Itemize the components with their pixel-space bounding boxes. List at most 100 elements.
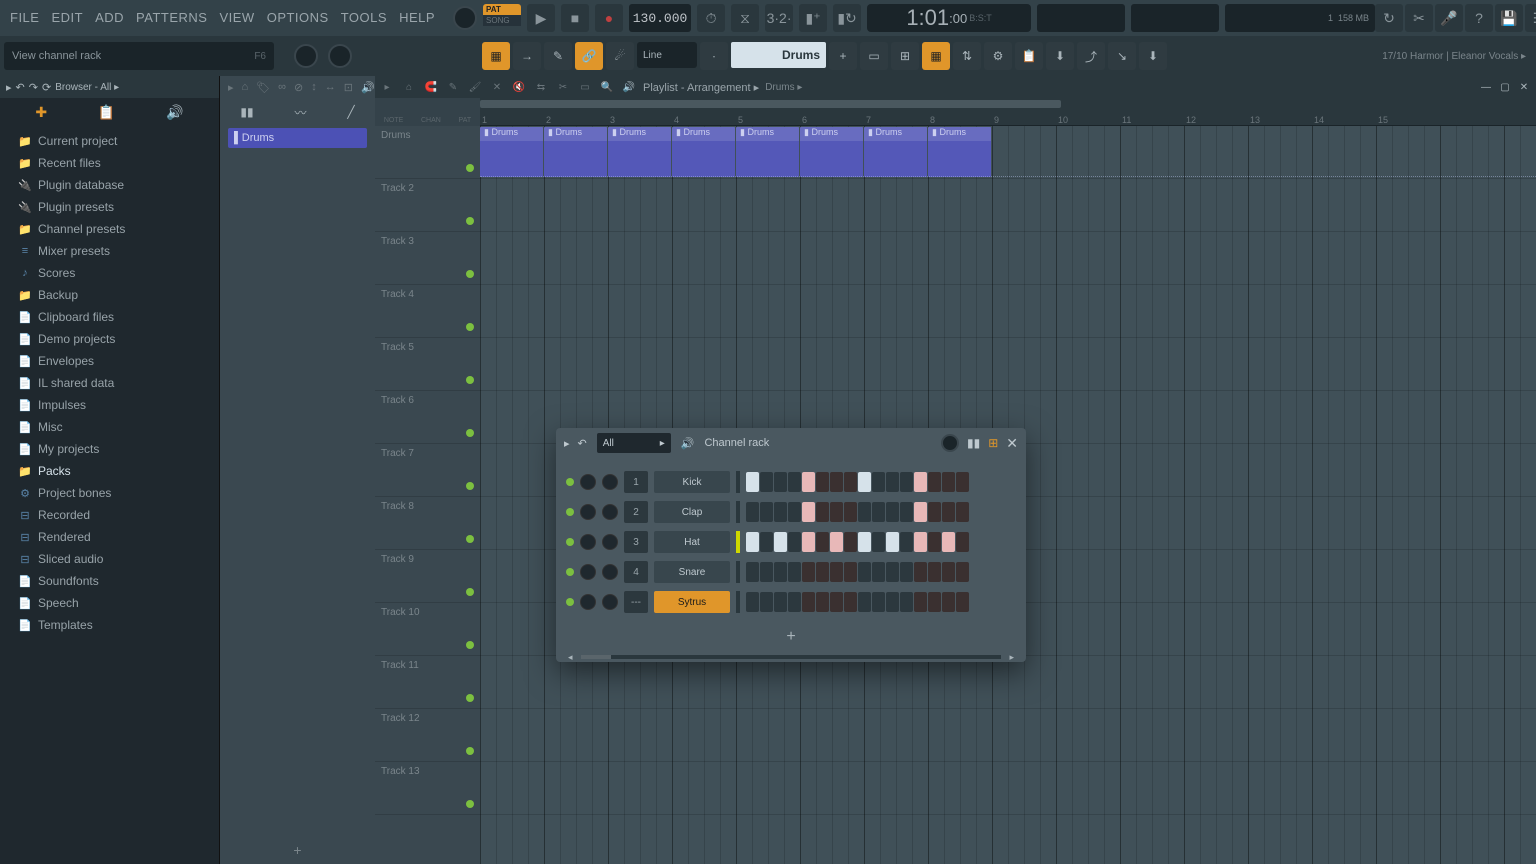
browser-item-templates[interactable]: 📄Templates (0, 614, 219, 636)
menu-options[interactable]: OPTIONS (261, 0, 335, 36)
menu-view[interactable]: VIEW (213, 0, 260, 36)
step-cell[interactable] (788, 592, 801, 612)
step-cell[interactable] (760, 502, 773, 522)
step-cell[interactable] (788, 472, 801, 492)
wait-input-button[interactable]: 3·2· (765, 4, 793, 32)
step-cell[interactable] (956, 532, 969, 552)
menu-patterns[interactable]: PATTERNS (130, 0, 213, 36)
step-cell[interactable] (844, 502, 857, 522)
step-cell[interactable] (928, 592, 941, 612)
step-cell[interactable] (802, 502, 815, 522)
step-cell[interactable] (914, 532, 927, 552)
browser-add-icon[interactable]: ✚ (35, 104, 47, 121)
channel-mute-led[interactable] (566, 598, 574, 606)
step-cell[interactable] (886, 562, 899, 582)
pattern-entry-drums[interactable]: ▌Drums (228, 128, 367, 148)
metronome-button[interactable]: ⏱ (697, 4, 725, 32)
channel-pan-knob[interactable] (580, 534, 596, 550)
browser-fwd-icon[interactable]: ↷ (29, 81, 38, 94)
view-mixer-button[interactable]: ⇅ (953, 42, 981, 70)
one-click-record-button[interactable]: ↘ (1108, 42, 1136, 70)
browser-volume-icon[interactable]: 🔊 (166, 104, 183, 121)
pstrip-speaker-icon[interactable]: 🔊 (361, 81, 375, 94)
view-pianoroll-button[interactable]: ⊞ (891, 42, 919, 70)
pstrip-play-icon[interactable]: ▸ (228, 81, 234, 94)
step-cell[interactable] (900, 502, 913, 522)
top-icon-4[interactable]: 💾 (1495, 4, 1523, 32)
channel-rack-window[interactable]: ▸ ↶ All▸ 🔊 Channel rack ▮▮ ⊞ ✕ 1Kick2Cla… (556, 428, 1026, 662)
cr-graph-icon[interactable]: ▮▮ (967, 436, 980, 450)
view-playlist-button[interactable]: ▭ (860, 42, 888, 70)
step-cell[interactable] (830, 592, 843, 612)
step-cell[interactable] (928, 532, 941, 552)
cr-scrollbar[interactable]: ◂ ▸ (556, 652, 1026, 662)
playlist-scrollbar[interactable] (480, 100, 1061, 108)
cr-menu-icon[interactable]: ▸ (564, 437, 570, 450)
step-cell[interactable] (788, 532, 801, 552)
track-label-4[interactable]: Track 4 (375, 285, 480, 338)
track-mute-led[interactable] (466, 164, 474, 172)
pstrip-link-icon[interactable]: ∞ (278, 81, 286, 93)
channel-vol-knob[interactable] (602, 594, 618, 610)
channel-mixer-num[interactable]: --- (624, 591, 648, 613)
track-mute-led[interactable] (466, 588, 474, 596)
pl-draw-icon[interactable]: ✎ (445, 82, 461, 93)
pl-mute-icon[interactable]: 🔇 (511, 82, 527, 93)
browser-item-recorded[interactable]: ⊟Recorded (0, 504, 219, 526)
channel-mute-led[interactable] (566, 478, 574, 486)
cr-scroll-left[interactable]: ◂ (568, 652, 573, 663)
step-cell[interactable] (956, 472, 969, 492)
track-label-12[interactable]: Track 12 (375, 709, 480, 762)
menu-add[interactable]: ADD (89, 0, 130, 36)
master-volume-knob[interactable] (453, 6, 477, 30)
playlist-trackhead-mode[interactable]: NOTE CHAN PAT (375, 98, 480, 126)
channel-rack-titlebar[interactable]: ▸ ↶ All▸ 🔊 Channel rack ▮▮ ⊞ ✕ (556, 428, 1026, 458)
browser-item-recent-files[interactable]: 📁Recent files (0, 152, 219, 174)
step-cell[interactable] (746, 592, 759, 612)
x-knob[interactable] (328, 44, 352, 68)
track-label-2[interactable]: Track 2 (375, 179, 480, 232)
browser-back-icon[interactable]: ↶ (16, 81, 25, 94)
step-cell[interactable] (844, 592, 857, 612)
channel-name-button[interactable]: Snare (654, 561, 730, 583)
cr-scroll-track[interactable] (581, 655, 1002, 659)
channel-name-button[interactable]: Kick (654, 471, 730, 493)
step-cell[interactable] (928, 502, 941, 522)
pl-delete-icon[interactable]: ✕ (489, 82, 505, 93)
step-cell[interactable] (886, 502, 899, 522)
track-label-10[interactable]: Track 10 (375, 603, 480, 656)
track-mute-led[interactable] (466, 323, 474, 331)
browser-item-backup[interactable]: 📁Backup (0, 284, 219, 306)
step-cell[interactable] (900, 532, 913, 552)
pstrip-up-icon[interactable]: ↕ (311, 81, 317, 93)
cr-step-icon[interactable]: ⊞ (988, 436, 998, 450)
step-cell[interactable] (830, 502, 843, 522)
top-icon-2[interactable]: 🎤 (1435, 4, 1463, 32)
track-mute-led[interactable] (466, 482, 474, 490)
pstrip-auto-icon[interactable]: 〰 (294, 104, 306, 121)
browser-list[interactable]: 📁Current project📁Recent files🔌Plugin dat… (0, 126, 219, 864)
live-mode-button[interactable]: ⬇ (1139, 42, 1167, 70)
browser-item-channel-presets[interactable]: 📁Channel presets (0, 218, 219, 240)
channel-vol-knob[interactable] (602, 504, 618, 520)
step-cell[interactable] (900, 562, 913, 582)
channel-velocity-bar[interactable] (736, 531, 740, 553)
step-cell[interactable] (760, 532, 773, 552)
step-cell[interactable] (774, 562, 787, 582)
step-cell[interactable] (942, 592, 955, 612)
pl-magnet-icon[interactable]: 🧲 (423, 82, 439, 93)
step-cell[interactable] (872, 502, 885, 522)
step-cell[interactable] (872, 472, 885, 492)
browser-item-current-project[interactable]: 📁Current project (0, 130, 219, 152)
cr-undo-icon[interactable]: ↶ (578, 437, 587, 450)
step-record-button[interactable]: ▮⁺ (799, 4, 827, 32)
pl-menu-icon[interactable]: ▸ (379, 82, 395, 93)
channel-pan-knob[interactable] (580, 474, 596, 490)
pat-song-toggle[interactable]: PAT SONG (483, 4, 521, 32)
cr-scroll-right[interactable]: ▸ (1009, 652, 1014, 663)
track-mute-led[interactable] (466, 376, 474, 384)
pl-play-icon[interactable]: 🔊 (621, 82, 637, 93)
step-cell[interactable] (816, 472, 829, 492)
step-cell[interactable] (956, 592, 969, 612)
channel-name-button[interactable]: Sytrus (654, 591, 730, 613)
